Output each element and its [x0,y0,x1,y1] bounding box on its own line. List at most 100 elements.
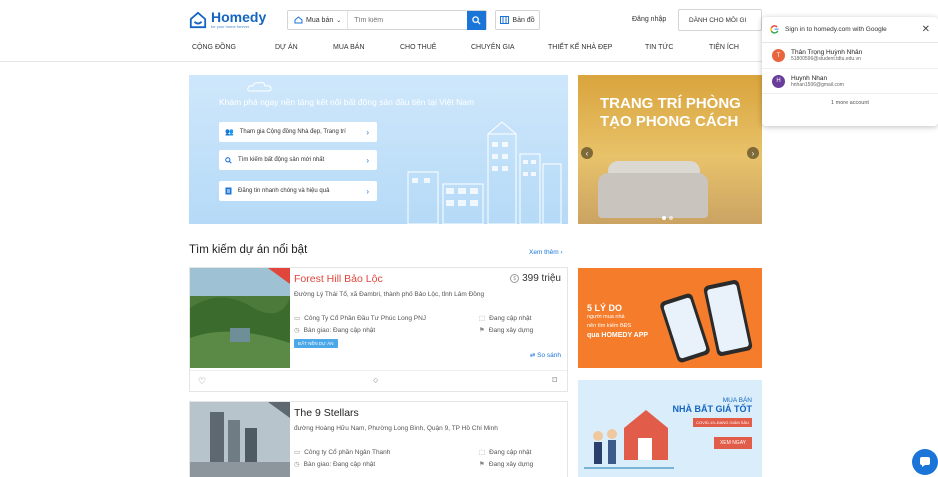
building-icon: ▭ [294,449,301,456]
comment-icon[interactable]: ○ [373,375,378,385]
hot-ribbon-icon [268,268,290,284]
document-icon [225,187,232,195]
nav-item-buy-sell[interactable]: MUA BÁN [333,44,365,51]
project-handover: Bàn giao: Đang cập nhật [303,326,376,334]
project-handover: Bàn giao: Đang cập nhật [303,460,376,468]
banner-line2: TẠO PHONG CÁCH [600,113,739,130]
banner-text: TRANG TRÍ PHÒNG TẠO PHONG CÁCH [600,95,741,131]
ad1-line4: qua HOMEDY APP [587,332,649,339]
sofa-seat [598,173,708,218]
crane-icon: ⚑ [479,461,485,468]
google-account-option[interactable]: T Thân Trọng Huỳnh Nhân 51800596@student… [762,43,938,68]
clock-icon: ◷ [294,327,300,334]
hot-ribbon-icon [268,402,290,418]
account-name: Huynh Nhan [791,74,828,82]
nav-item-experts[interactable]: CHUYÊN GIA [471,44,515,51]
project-title[interactable]: The 9 Stellars [294,407,561,419]
price-icon: $ [510,274,520,283]
project-card[interactable]: Forest Hill Bảo Lộc $ 399 triệu Đường Lý… [189,267,568,392]
search-button[interactable] [467,10,486,30]
more-accounts-link[interactable]: 1 more account [762,93,938,113]
account-email: 51800596@student.tdtu.edu.vn [791,56,861,62]
project-address: đường Hoàng Hữu Nam, Phường Long Bình, Q… [294,425,498,432]
homedy-app-ad[interactable]: 5 LÝ DO người mua nhà nên tìm kiếm BĐS q… [578,268,762,368]
chevron-right-icon: › [366,155,369,165]
project-status: Đang xây dựng [488,326,534,334]
nav-item-utilities[interactable]: TIỆN ÍCH [709,44,739,51]
chat-button[interactable] [912,449,938,475]
project-developer: Công ty Cổ phần Ngân Thanh [304,448,391,456]
ad-text: 5 LÝ DO người mua nhà nên tìm kiếm BĐS q… [587,304,648,340]
slide-dots [662,216,673,220]
map-button[interactable]: Bản đồ [495,10,540,30]
people-icon: 👥 [225,129,234,136]
project-card[interactable]: The 9 Stellars đường Hoàng Hữu Nam, Phườ… [189,401,568,477]
ad2-line1: MUA BÁN [722,397,752,404]
slide-dot[interactable] [669,216,673,220]
hero-card-label: Đăng tin nhanh chóng và hiệu quả [238,188,330,194]
popup-header: Sign in to homedy.com with Google ✕ [762,17,938,43]
avatar: H [772,74,785,88]
search-type-dropdown[interactable]: Mua bán ⌄ [288,11,349,29]
see-more-link[interactable]: Xem thêm › [529,249,563,256]
slide-prev-button[interactable]: ‹ [581,147,593,159]
project-area: Đang cập nhật [489,314,532,322]
section-title: Tìm kiếm dự án nổi bật [189,244,308,256]
google-icon [770,25,779,34]
nav-item-design[interactable]: THIẾT KẾ NHÀ ĐẸP [548,44,612,51]
slide-dot[interactable] [662,216,666,220]
city-buildings-illustration [407,121,562,224]
google-signin-popup: Sign in to homedy.com with Google ✕ T Th… [762,17,938,126]
ad1-line3: nên tìm kiếm BĐS [587,323,632,329]
search-bar: Mua bán ⌄ [287,10,487,30]
chevron-down-icon: ⌄ [336,17,342,24]
ad1-line1: 5 LÝ DO [587,303,623,313]
decor-promo-banner[interactable]: TRANG TRÍ PHÒNG TẠO PHONG CÁCH ‹ › [578,75,762,224]
project-meta-row: ▭ Công ty Cổ phần Ngân Thanh ⬚ Đang cập nh… [294,448,561,457]
project-area: Đang cập nhật [489,448,532,456]
project-tag: ĐẤT NỀN DỰ ÁN [294,339,338,348]
crane-icon: ⚑ [479,327,485,334]
nav-item-projects[interactable]: DỰ ÁN [275,44,298,51]
project-address: Đường Lý Thái Tổ, xã Đambri, thành phố B… [294,291,485,298]
hero-card-post[interactable]: Đăng tin nhanh chóng và hiệu quả › [219,181,377,201]
project-meta-row: ◷ Bàn giao: Đang cập nhật ⚑ Đang xây dựng [294,326,561,335]
house-logo-icon [189,11,207,29]
nav-item-news[interactable]: TIN TỨC [645,44,673,51]
cloud-icon [247,81,272,92]
heart-icon[interactable]: ♡ [198,376,206,387]
ad2-line2: NHÀ BẤT GIÁ TỐT [672,404,753,414]
map-label: Bản đồ [512,16,535,24]
hero-card-label: Tìm kiếm bất động sản mới nhất [238,157,325,163]
house-type-icon [294,16,303,24]
project-developer: Công Ty Cổ Phần Đầu Tư Phúc Long PNJ [304,314,427,322]
search-icon [472,15,481,25]
compare-button[interactable]: ⇄ So sánh [530,351,561,359]
ad-text: MUA BÁN NHÀ BẤT GIÁ TỐT COVID-19–ĐANG GI… [672,397,753,449]
search-type-label: Mua bán [306,16,334,24]
hero-card-community[interactable]: 👥 Tham gia Cộng đồng Nhà đẹp, Trang trí … [219,122,377,142]
search-input[interactable] [348,11,467,29]
google-account-option[interactable]: H Huynh Nhan hnhan1506@gmail.com [762,68,938,93]
ad2-line3: COVID-19–ĐANG GIẢM SÂU [693,418,752,427]
bookmark-icon[interactable]: ⌑ [552,375,557,386]
house-people-illustration [584,410,674,469]
covid-deal-ad[interactable]: MUA BÁN NHÀ BẤT GIÁ TỐT COVID-19–ĐANG GI… [578,380,762,477]
project-info: Forest Hill Bảo Lộc $ 399 triệu Đường Lý… [294,273,561,359]
price-value: 399 triệu [522,273,561,284]
nav-item-rent[interactable]: CHO THUÊ [400,44,436,51]
logo-text: Homedy [211,9,267,25]
area-icon: ⬚ [479,315,486,322]
ad1-line2: người mua nhà [587,314,625,320]
partner-button[interactable]: DÀNH CHO MÔI GI [678,9,762,31]
nav-item-community[interactable]: CỘNG ĐỒNG [192,44,236,51]
project-meta-row: ◷ Bàn giao: Đang cập nhật ⚑ Đang xây dựng [294,460,561,469]
card-actions: ♡ ○ ⌑ [190,370,567,391]
hero-card-search[interactable]: Tìm kiếm bất động sản mới nhất › [219,150,377,170]
close-icon[interactable]: ✕ [922,24,930,35]
phones-illustration [660,279,753,363]
view-now-button[interactable]: XEM NGAY [713,437,752,449]
slide-next-button[interactable]: › [747,147,759,159]
login-link[interactable]: Đăng nhập [632,16,666,23]
homedy-logo[interactable]: Homedy for your home forever [189,9,267,29]
